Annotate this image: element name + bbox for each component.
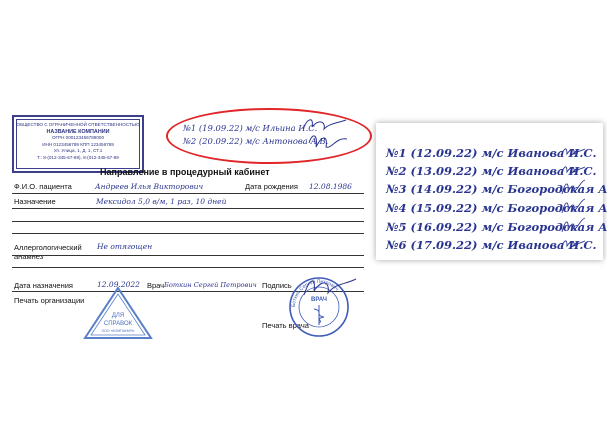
purpose-value: Мексидол 5,0 в/м, 1 раз, 10 дней	[96, 197, 227, 206]
stamp-company-name: НАЗВАНИЕ КОМПАНИИ	[46, 128, 110, 135]
divider	[12, 221, 364, 222]
allergy-value: Не отягощен	[97, 242, 153, 251]
fio-label: Ф.И.О. пациента	[14, 182, 72, 191]
highlight-oval	[166, 108, 372, 164]
stamp-inn-kpp: ИНН 0123456789 КПП 123456789	[42, 141, 114, 147]
card-signature-2	[560, 166, 586, 174]
stamp-line1: ОБЩЕСТВО С ОГРАНИЧЕННОЙ ОТВЕТСТВЕННОСТЬЮ	[16, 122, 140, 127]
birth-value: 12.08.1986	[309, 182, 352, 191]
org-seal-label: Печать организации	[14, 296, 85, 305]
divider	[12, 193, 364, 194]
card-signature-4	[561, 198, 586, 214]
allergy-label: Аллергологический анамнез	[14, 243, 82, 261]
stamp-ogrn: ОГРН 000123456789000	[51, 135, 105, 141]
card-signature-5	[561, 217, 586, 233]
stamp-phones: Т.: 8-(012-345-67-89), 8-(012-345-67-89	[37, 154, 119, 160]
company-stamp: ОБЩЕСТВО С ОГРАНИЧЕННОЙ ОТВЕТСТВЕННОСТЬЮ…	[12, 115, 144, 173]
triangle-line3: ООО «КОМПАНИЯ»	[101, 329, 134, 333]
divider	[12, 233, 364, 234]
doctor-signature	[303, 278, 357, 296]
nurse-log-card: №1 (12.09.22) м/с Иванова И.С. №2 (13.09…	[376, 123, 607, 260]
card-signature-1	[560, 148, 586, 156]
triangle-stamp: ДЛЯ СПРАВОК ООО «КОМПАНИЯ»	[83, 286, 153, 339]
doctor-value: Боткин Сергей Петрович	[164, 281, 257, 289]
fio-value: Андреев Илья Викторович	[95, 182, 204, 191]
card-signature-6	[560, 240, 586, 248]
stamp-address: Ул. Улица, 1, Д. 1, СТ.1	[53, 148, 103, 154]
card-signature-3	[561, 179, 586, 195]
purpose-label: Назначение	[14, 197, 56, 206]
divider	[12, 255, 364, 256]
date-label: Дата назначения	[14, 281, 73, 290]
triangle-line2: СПРАВОК	[104, 321, 133, 327]
divider	[12, 208, 364, 209]
triangle-line1: ДЛЯ	[112, 313, 124, 319]
divider	[12, 267, 364, 268]
birth-label: Дата рождения	[245, 182, 298, 191]
form-title: Направление в процедурный кабинет	[100, 167, 270, 177]
